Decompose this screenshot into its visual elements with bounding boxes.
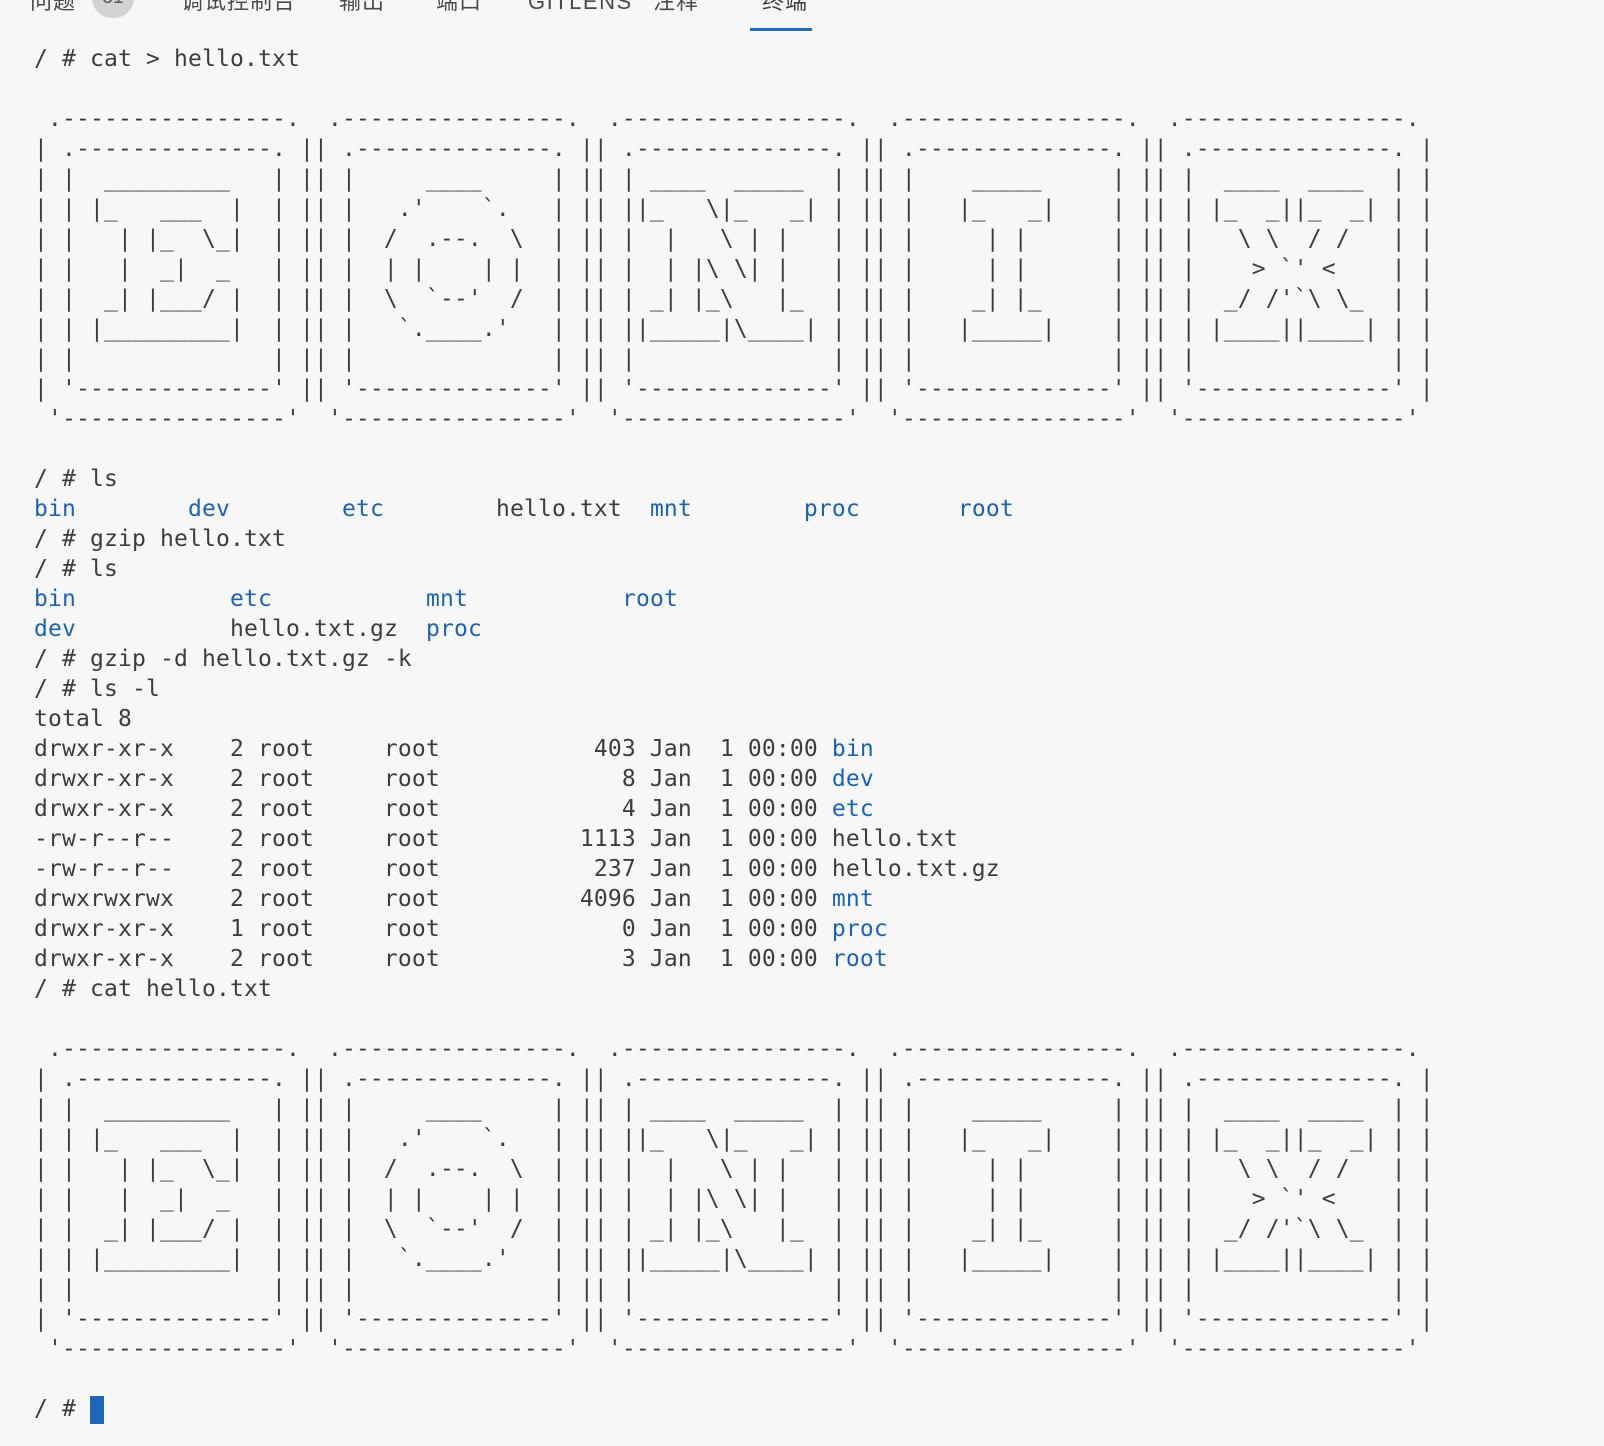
tab-ports[interactable]: 端口 xyxy=(436,0,482,13)
tab-problems[interactable]: 问题 xyxy=(30,0,76,13)
panel-tabbar: 问题 31 调试控制台 输出 端口 GITLENS 注释 终端 xyxy=(0,0,1604,36)
tab-debug-console[interactable]: 调试控制台 xyxy=(181,0,296,13)
tab-comments[interactable]: 注释 xyxy=(653,0,699,13)
tab-gitlens[interactable]: GITLENS xyxy=(528,0,633,13)
tab-terminal[interactable]: 终端 xyxy=(762,0,808,13)
problems-count-badge: 31 xyxy=(92,0,134,18)
active-tab-underline xyxy=(750,28,812,31)
terminal-cursor xyxy=(90,1396,104,1424)
tab-output[interactable]: 输出 xyxy=(339,0,385,13)
terminal-output[interactable]: / # cat > hello.txt .----------------. .… xyxy=(34,44,1434,1424)
